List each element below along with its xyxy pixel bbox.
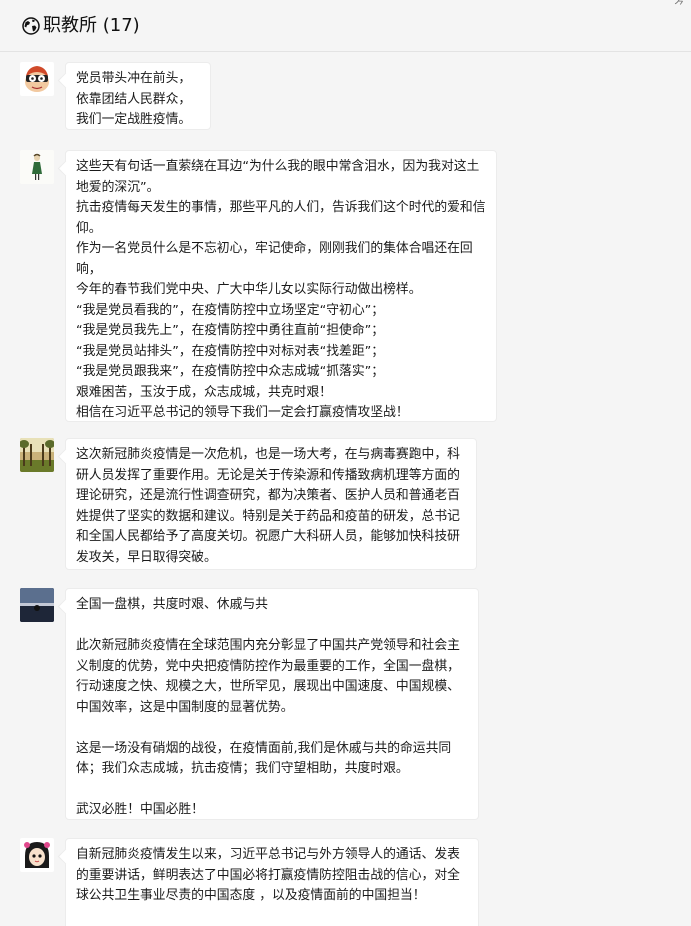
girl-avatar-icon (20, 150, 54, 184)
chat-title-group[interactable]: 职教所 (17) (22, 16, 140, 36)
corner-glyph[interactable]: ⺈ (674, 0, 685, 13)
avatar[interactable] (20, 438, 54, 472)
message-bubble[interactable]: 这些天有句话一直萦绕在耳边“为什么我的眼中常含泪水，因为我对这土地爱的深沉”。 … (65, 150, 497, 422)
chat-title: 职教所 (17) (43, 15, 140, 36)
avatar[interactable] (20, 150, 54, 184)
cartoon-girl-avatar-icon (20, 838, 54, 872)
avatar[interactable] (20, 62, 54, 96)
message-bubble[interactable]: 党员带头冲在前头， 依靠团结人民群众， 我们一定战胜疫情。 (65, 62, 211, 130)
message-bubble[interactable]: 全国一盘棋，共度时艰、休戚与共 此次新冠肺炎疫情在全球范围内充分彰显了中国共产党… (65, 588, 479, 820)
globe-icon (22, 17, 40, 35)
tree-avenue-photo-icon (20, 438, 54, 472)
message-bubble[interactable]: 这次新冠肺炎疫情是一次危机，也是一场大考，在与病毒赛跑中，科研人员发挥了重要作用… (65, 438, 477, 570)
chat-header: 职教所 (17) ⺈ (0, 0, 691, 52)
seascape-photo-icon (20, 588, 54, 622)
avatar[interactable] (20, 838, 54, 872)
avatar[interactable] (20, 588, 54, 622)
message-list[interactable]: 党员带头冲在前头， 依靠团结人民群众， 我们一定战胜疫情。 这些天有句话一直萦绕… (0, 52, 691, 926)
cartoon-avatar-icon (20, 62, 54, 96)
message-bubble[interactable]: 自新冠肺炎疫情发生以来，习近平总书记与外方领导人的通话、发表的重要讲话，鲜明表达… (65, 838, 479, 926)
